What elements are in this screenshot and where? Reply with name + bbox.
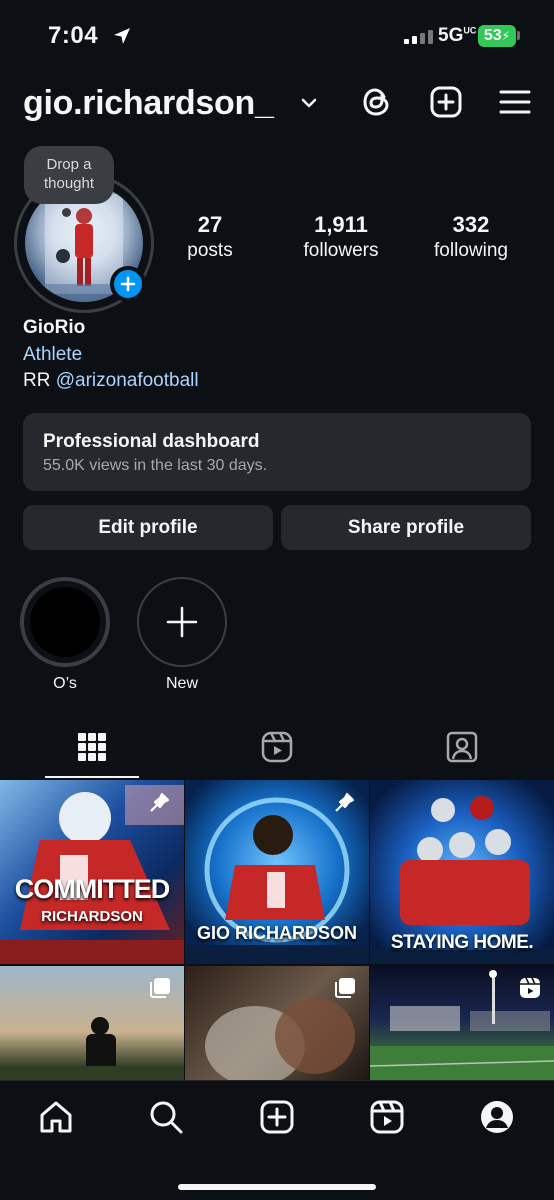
reels-icon[interactable] xyxy=(369,1099,405,1135)
post-thumbnail[interactable]: COMMITTED RICHARDSON xyxy=(0,780,184,964)
battery-icon: 53 ⚡ xyxy=(478,25,516,47)
highlight-label: New xyxy=(165,675,198,692)
chevron-down-icon[interactable] xyxy=(300,96,318,110)
stat-value: 1,911 xyxy=(314,212,368,237)
carousel-icon xyxy=(150,978,170,998)
battery-tip xyxy=(517,31,520,40)
professional-dashboard-card[interactable]: Professional dashboard 55.0K views in th… xyxy=(23,413,531,491)
status-time: 7:04 xyxy=(48,22,99,49)
post-caption-sub: RICHARDSON xyxy=(41,908,143,925)
profile-tabs xyxy=(0,720,554,778)
plus-icon xyxy=(166,606,198,638)
stat-label: posts xyxy=(187,240,233,261)
note-text: Drop a thought xyxy=(43,156,95,192)
pin-icon xyxy=(335,792,355,812)
reel-icon xyxy=(520,977,540,998)
threads-icon[interactable] xyxy=(360,85,394,119)
bio-text: RR xyxy=(23,370,51,391)
stat-value: 332 xyxy=(452,212,490,237)
new-highlight-circle xyxy=(137,577,227,667)
post-thumbnail[interactable] xyxy=(0,966,184,1086)
stat-posts[interactable]: 27 posts xyxy=(170,212,250,262)
dashboard-title: Professional dashboard xyxy=(43,431,260,452)
share-profile-button[interactable]: Share profile xyxy=(281,505,531,550)
stat-value: 27 xyxy=(197,212,223,237)
status-bar: 7:04 5GUC 53 ⚡ xyxy=(0,0,554,72)
stat-followers[interactable]: 1,911 followers xyxy=(286,212,396,262)
reels-tab-icon[interactable] xyxy=(260,730,294,764)
carousel-icon xyxy=(335,978,355,998)
stat-following[interactable]: 332 following xyxy=(421,212,521,262)
search-icon[interactable] xyxy=(148,1099,184,1135)
highlight-cover xyxy=(30,587,100,657)
menu-icon[interactable] xyxy=(498,85,532,119)
profile-header: gio.richardson_ xyxy=(0,80,554,130)
active-tab-indicator xyxy=(45,776,139,778)
bio: RR @arizonafootball xyxy=(23,370,199,392)
display-name: GioRio xyxy=(23,317,86,338)
add-story-button[interactable] xyxy=(110,266,146,302)
highlight-cover-ring xyxy=(20,577,110,667)
post-caption: COMMITTED xyxy=(14,874,170,904)
profile-icon[interactable] xyxy=(479,1099,515,1135)
home-icon[interactable] xyxy=(38,1099,74,1135)
posts-grid: COMMITTED RICHARDSON GIO RICHARDSON STAY… xyxy=(0,780,554,1086)
stat-label: following xyxy=(434,240,508,261)
post-thumbnail[interactable] xyxy=(185,966,369,1086)
post-caption: STAYING HOME. xyxy=(390,932,534,953)
post-thumbnail[interactable]: GIO RICHARDSON xyxy=(185,780,369,964)
post-thumbnail[interactable]: STAYING HOME. xyxy=(370,780,554,964)
highlight-label: O’s xyxy=(53,675,77,692)
dashboard-subtitle: 55.0K views in the last 30 days. xyxy=(43,457,268,474)
note-bubble[interactable]: Drop a thought xyxy=(24,146,114,204)
highlight-item[interactable]: O’s xyxy=(20,577,110,693)
network-indicator: 5GUC xyxy=(438,25,477,46)
create-post-icon[interactable] xyxy=(429,85,463,119)
battery-level: 53 xyxy=(483,27,502,44)
tagged-tab-icon[interactable] xyxy=(445,730,479,764)
stat-label: followers xyxy=(303,240,379,261)
bottom-navigation xyxy=(0,1080,554,1200)
new-highlight-button[interactable]: New xyxy=(137,577,227,693)
location-arrow-icon xyxy=(114,28,130,44)
pin-icon xyxy=(150,792,170,812)
username-switcher[interactable]: gio.richardson_ xyxy=(23,84,274,123)
grid-icon[interactable] xyxy=(75,730,109,764)
profile-category[interactable]: Athlete xyxy=(23,344,82,366)
edit-profile-button[interactable]: Edit profile xyxy=(23,505,273,550)
post-thumbnail[interactable] xyxy=(370,966,554,1086)
post-caption: GIO RICHARDSON xyxy=(196,923,357,943)
create-icon[interactable] xyxy=(259,1099,295,1135)
home-indicator[interactable] xyxy=(178,1184,376,1190)
plus-icon xyxy=(120,276,136,292)
note-bubble-tail xyxy=(62,208,71,217)
bio-mention-link[interactable]: @arizonafootball xyxy=(56,370,199,391)
cellular-signal-icon xyxy=(404,30,433,44)
